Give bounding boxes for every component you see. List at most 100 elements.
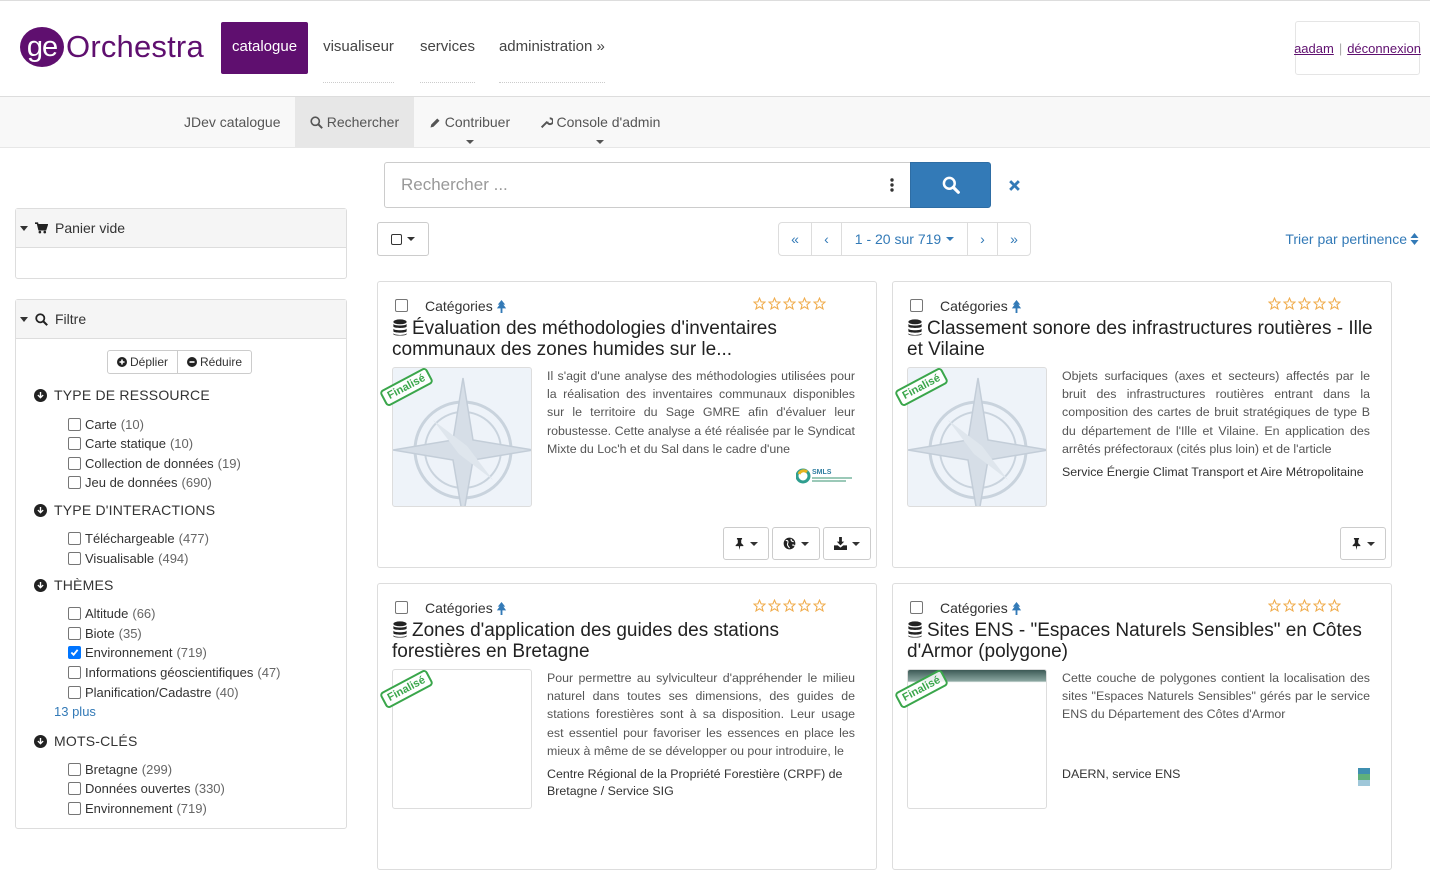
facet-option[interactable]: Téléchargeable (477) — [68, 529, 209, 547]
page-last-button[interactable]: » — [997, 222, 1031, 256]
rating-stars[interactable] — [753, 297, 828, 310]
star-icon[interactable] — [1313, 297, 1326, 310]
facet-checkbox[interactable] — [68, 436, 81, 450]
categories-label[interactable]: Catégories — [425, 600, 507, 616]
rating-stars[interactable] — [1268, 297, 1343, 310]
tab-search[interactable]: Rechercher — [295, 97, 414, 147]
facet-interaction-type[interactable]: TYPE D'INTERACTIONS — [34, 502, 215, 518]
catalogue-brand[interactable]: JDev catalogue — [170, 97, 295, 147]
star-icon[interactable] — [1283, 297, 1296, 310]
expand-all-button[interactable]: Déplier — [107, 350, 179, 374]
result-card[interactable]: Catégories Sites ENS - "Espaces Naturels… — [892, 583, 1392, 870]
page-next-button[interactable]: › — [967, 222, 998, 256]
result-title[interactable]: Classement sonore des infrastructures ro… — [907, 318, 1377, 360]
result-select-checkbox[interactable] — [910, 299, 923, 312]
star-icon[interactable] — [753, 297, 766, 310]
star-icon[interactable] — [813, 599, 826, 612]
nav-visualiseur[interactable]: visualiseur — [310, 22, 407, 83]
facet-option[interactable]: Bretagne (299) — [68, 760, 172, 778]
pin-dropdown-button[interactable] — [1340, 527, 1386, 560]
star-icon[interactable] — [798, 297, 811, 310]
facet-checkbox[interactable] — [68, 531, 81, 545]
star-icon[interactable] — [753, 599, 766, 612]
result-title[interactable]: Zones d'application des guides des stati… — [392, 620, 862, 662]
cart-panel-header[interactable]: Panier vide — [16, 209, 346, 248]
star-icon[interactable] — [1268, 599, 1281, 612]
facet-checkbox[interactable] — [68, 685, 81, 699]
facet-option[interactable]: Planification/Cadastre (40) — [68, 683, 239, 701]
facet-checkbox[interactable] — [68, 801, 81, 815]
facet-checkbox[interactable] — [68, 626, 81, 640]
facet-resource-type[interactable]: TYPE DE RESSOURCE — [34, 387, 210, 403]
result-card[interactable]: Catégories Zones d'application des guide… — [377, 583, 877, 870]
categories-label[interactable]: Catégories — [940, 600, 1022, 616]
star-icon[interactable] — [768, 297, 781, 310]
star-icon[interactable] — [1298, 297, 1311, 310]
page-first-button[interactable]: « — [778, 222, 812, 256]
result-select-checkbox[interactable] — [910, 601, 923, 614]
facet-option-selected[interactable]: Environnement (719) — [68, 643, 207, 661]
filter-panel-header[interactable]: Filtre — [16, 300, 346, 339]
nav-services[interactable]: services — [409, 22, 486, 83]
user-link[interactable]: aadam — [1294, 41, 1334, 56]
facet-option[interactable]: Visualisable (494) — [68, 549, 189, 567]
facet-keywords[interactable]: MOTS-CLÉS — [34, 733, 137, 749]
result-title[interactable]: Sites ENS - "Espaces Naturels Sensibles"… — [907, 620, 1377, 662]
search-button[interactable] — [910, 162, 991, 208]
clear-search-button[interactable] — [1003, 173, 1025, 197]
star-icon[interactable] — [1328, 599, 1341, 612]
georchestra-logo[interactable]: ge Orchestra — [20, 25, 204, 69]
rating-stars[interactable] — [1268, 599, 1343, 612]
facet-checkbox[interactable] — [68, 551, 81, 565]
facet-checkbox[interactable] — [68, 417, 81, 431]
star-icon[interactable] — [783, 297, 796, 310]
facet-option[interactable]: Environnement (719) — [68, 799, 207, 817]
categories-label[interactable]: Catégories — [940, 298, 1022, 314]
star-icon[interactable] — [1313, 599, 1326, 612]
facet-more-link[interactable]: 13 plus — [54, 704, 96, 719]
star-icon[interactable] — [813, 297, 826, 310]
search-input[interactable]: Rechercher ... — [384, 162, 875, 208]
facet-option[interactable]: Collection de données (19) — [68, 454, 241, 472]
star-icon[interactable] — [783, 599, 796, 612]
sort-dropdown[interactable]: Trier par pertinence — [1285, 231, 1419, 247]
facet-option[interactable]: Données ouvertes (330) — [68, 779, 225, 797]
page-range-dropdown[interactable]: 1 - 20 sur 719 — [841, 222, 968, 256]
facet-checkbox[interactable] — [68, 781, 81, 795]
facet-themes[interactable]: THÈMES — [34, 577, 114, 593]
categories-label[interactable]: Catégories — [425, 298, 507, 314]
result-select-checkbox[interactable] — [395, 601, 408, 614]
download-dropdown-button[interactable] — [823, 527, 871, 560]
result-card[interactable]: Catégories Évaluation des méthodologies … — [377, 281, 877, 568]
tab-admin-console[interactable]: Console d'admin — [528, 97, 672, 147]
result-title[interactable]: Évaluation des méthodologies d'inventair… — [392, 318, 862, 360]
collapse-all-button[interactable]: Réduire — [178, 350, 253, 374]
star-icon[interactable] — [768, 599, 781, 612]
facet-checkbox[interactable] — [68, 762, 81, 776]
star-icon[interactable] — [1328, 297, 1341, 310]
facet-checkbox-checked[interactable] — [68, 645, 81, 659]
logout-link[interactable]: déconnexion — [1347, 41, 1421, 56]
facet-option[interactable]: Carte (10) — [68, 415, 144, 433]
search-options-button[interactable] — [874, 162, 911, 208]
nav-catalogue[interactable]: catalogue — [221, 22, 309, 74]
view-map-dropdown-button[interactable] — [772, 527, 820, 560]
facet-option[interactable]: Informations géoscientifiques (47) — [68, 663, 281, 681]
tab-contribute[interactable]: Contribuer — [415, 97, 524, 147]
result-card[interactable]: Catégories Classement sonore des infrast… — [892, 281, 1392, 568]
facet-option[interactable]: Jeu de données (690) — [68, 473, 212, 491]
facet-option[interactable]: Altitude (66) — [68, 604, 156, 622]
facet-checkbox[interactable] — [68, 606, 81, 620]
facet-option[interactable]: Biote (35) — [68, 624, 142, 642]
star-icon[interactable] — [1268, 297, 1281, 310]
star-icon[interactable] — [1298, 599, 1311, 612]
star-icon[interactable] — [798, 599, 811, 612]
pin-dropdown-button[interactable] — [723, 527, 769, 560]
select-all-dropdown[interactable] — [377, 222, 429, 256]
facet-checkbox[interactable] — [68, 475, 81, 489]
facet-checkbox[interactable] — [68, 665, 81, 679]
rating-stars[interactable] — [753, 599, 828, 612]
page-prev-button[interactable]: ‹ — [811, 222, 842, 256]
facet-checkbox[interactable] — [68, 456, 81, 470]
result-select-checkbox[interactable] — [395, 299, 408, 312]
